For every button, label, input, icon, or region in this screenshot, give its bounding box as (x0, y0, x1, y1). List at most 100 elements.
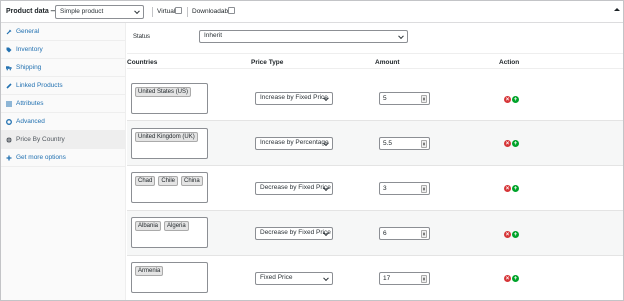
product-type-select[interactable]: Simple product (55, 5, 144, 19)
amount-value: 6 (383, 230, 387, 237)
list-icon (6, 101, 12, 107)
amount-value: 5 (383, 95, 387, 102)
globe-icon (6, 136, 12, 143)
price-type-select[interactable]: Decrease by Fixed Price (255, 227, 333, 240)
link-icon (6, 82, 12, 89)
countries-multiselect[interactable]: Albania Algeria (131, 217, 208, 248)
stepper-arrows-icon[interactable] (421, 140, 427, 148)
countries-multiselect[interactable]: Chad Chile China (131, 172, 208, 203)
table-row: Albania Algeria Decrease by Fixed Price … (127, 211, 623, 256)
amount-value: 3 (383, 185, 387, 192)
amount-input[interactable]: 17 (379, 272, 430, 285)
remove-row-icon[interactable]: × (504, 140, 511, 147)
country-chip[interactable]: Armenia (135, 266, 164, 276)
downloadable-checkbox[interactable] (228, 7, 235, 14)
product-data-tabs: General Inventory Shipping Linked Produc… (1, 23, 126, 300)
tab-label: Shipping (16, 64, 42, 71)
product-data-header: Product data — Simple product Virtual: D… (1, 1, 623, 23)
price-type-value: Decrease by Fixed Price (260, 229, 331, 237)
price-type-select[interactable]: Increase by Percentage (255, 137, 333, 150)
amount-input[interactable]: 5 (379, 92, 430, 105)
country-chip[interactable]: United States (US) (135, 87, 192, 97)
tab-shipping[interactable]: Shipping (1, 59, 126, 77)
amount-input[interactable]: 3 (379, 182, 430, 195)
truck-icon (6, 65, 12, 71)
add-row-icon[interactable]: + (512, 140, 519, 147)
status-select[interactable]: Inherit (199, 30, 408, 43)
price-type-select[interactable]: Increase by Fixed Price (255, 92, 333, 105)
add-row-icon[interactable]: + (512, 96, 519, 103)
tab-label: Linked Products (16, 82, 63, 89)
table-row: United States (US) Increase by Fixed Pri… (127, 76, 623, 121)
country-chip[interactable]: Algeria (164, 221, 189, 231)
chevron-down-icon (134, 8, 140, 15)
tab-price-by-country[interactable]: Price By Country (1, 131, 126, 149)
country-chip[interactable]: Albania (135, 221, 162, 231)
wrench-icon (6, 29, 12, 35)
tab-label: Inventory (16, 46, 43, 53)
tab-label: Get more options (16, 154, 66, 161)
price-type-value: Fixed Price (260, 274, 293, 282)
remove-row-icon[interactable]: × (504, 185, 511, 192)
product-data-panel: Product data — Simple product Virtual: D… (0, 0, 624, 301)
tab-label: General (16, 28, 40, 35)
status-value: Inherit (204, 32, 223, 40)
price-type-select[interactable]: Fixed Price (255, 272, 333, 285)
amount-value: 17 (383, 275, 391, 282)
amount-input[interactable]: 6 (379, 227, 430, 240)
countries-multiselect[interactable]: Armenia (131, 262, 208, 293)
tab-general[interactable]: General (1, 23, 126, 41)
tab-label: Price By Country (16, 136, 65, 143)
panel-title: Product data — (6, 8, 58, 15)
table-row: United Kingdom (UK) Increase by Percenta… (127, 121, 623, 166)
tab-label: Advanced (16, 118, 45, 125)
status-label: Status (133, 34, 151, 40)
product-type-value: Simple product (60, 7, 104, 15)
column-header-countries: Countries (127, 59, 158, 66)
column-header-price-type: Price Type (251, 59, 284, 66)
remove-row-icon[interactable]: × (504, 275, 511, 282)
price-type-value: Decrease by Fixed Price (260, 184, 331, 192)
country-chip[interactable]: China (181, 176, 203, 186)
add-row-icon[interactable]: + (512, 275, 519, 282)
tag-icon (6, 47, 12, 53)
table-row: Armenia Fixed Price 17 × + (127, 256, 623, 300)
stepper-arrows-icon[interactable] (421, 95, 427, 103)
stepper-arrows-icon[interactable] (421, 275, 427, 283)
chevron-down-icon (323, 274, 329, 281)
divider (152, 7, 153, 17)
table-row: Chad Chile China Decrease by Fixed Price… (127, 166, 623, 211)
stepper-arrows-icon[interactable] (421, 230, 427, 238)
virtual-checkbox[interactable] (175, 7, 182, 14)
column-header-amount: Amount (375, 59, 400, 66)
column-header-action: Action (499, 59, 520, 66)
tab-attributes[interactable]: Attributes (1, 95, 126, 113)
table-header: Countries Price Type Amount Action (127, 53, 623, 69)
price-type-select[interactable]: Decrease by Fixed Price (255, 182, 333, 195)
price-type-value: Increase by Fixed Price (260, 94, 328, 102)
gear-icon (6, 118, 12, 125)
tab-inventory[interactable]: Inventory (1, 41, 126, 59)
price-by-country-panel: Status Inherit Countries Price Type Amou… (127, 23, 623, 300)
remove-row-icon[interactable]: × (504, 96, 511, 103)
plus-icon (6, 155, 12, 161)
tab-get-more-options[interactable]: Get more options (1, 149, 126, 167)
tab-linked-products[interactable]: Linked Products (1, 77, 126, 95)
country-chip[interactable]: Chile (158, 176, 179, 186)
tab-advanced[interactable]: Advanced (1, 113, 126, 131)
tab-label: Attributes (16, 100, 44, 107)
collapse-arrow-icon[interactable] (614, 8, 620, 11)
add-row-icon[interactable]: + (512, 185, 519, 192)
chevron-down-icon (398, 32, 404, 39)
amount-value: 5.5 (383, 140, 393, 147)
stepper-arrows-icon[interactable] (421, 185, 427, 193)
countries-multiselect[interactable]: United States (US) (131, 83, 208, 114)
country-chip[interactable]: Chad (135, 176, 156, 186)
divider (187, 7, 188, 17)
amount-input[interactable]: 5.5 (379, 137, 430, 150)
country-chip[interactable]: United Kingdom (UK) (135, 132, 198, 142)
add-row-icon[interactable]: + (512, 231, 519, 238)
countries-multiselect[interactable]: United Kingdom (UK) (131, 128, 208, 159)
price-type-value: Increase by Percentage (260, 139, 329, 147)
remove-row-icon[interactable]: × (504, 231, 511, 238)
